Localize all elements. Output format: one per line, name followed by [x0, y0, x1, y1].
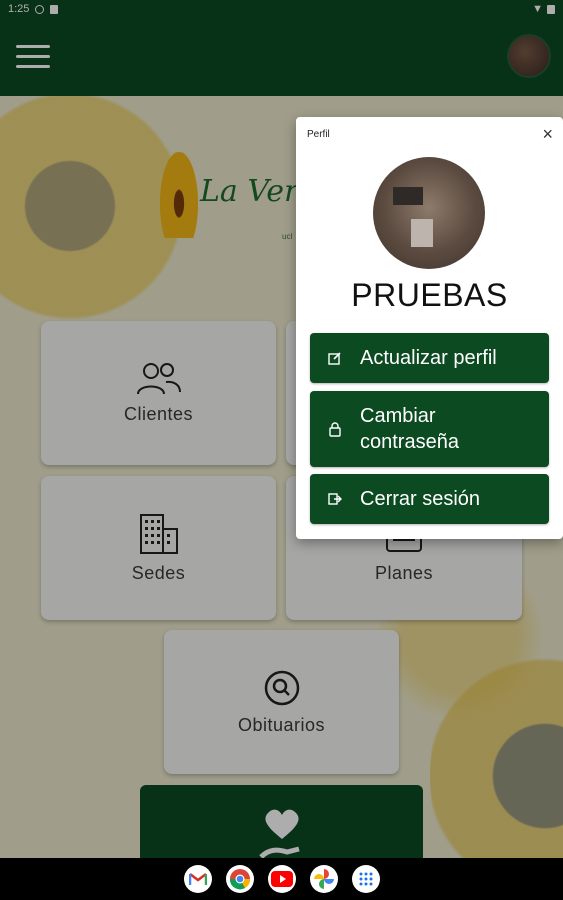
profile-photo: [373, 157, 485, 269]
app-drawer-icon[interactable]: [351, 865, 380, 893]
photos-icon[interactable]: [309, 865, 338, 893]
chrome-icon[interactable]: [225, 865, 254, 893]
profile-username: PRUEBAS: [351, 277, 508, 313]
profile-popup: Perfil × PRUEBAS Actualizar perfil Cambi…: [296, 117, 563, 539]
popup-title: Perfil: [307, 129, 330, 140]
change-password-button[interactable]: Cambiar contraseña: [310, 391, 549, 467]
dock-bar: [0, 858, 563, 900]
logout-icon: [310, 492, 360, 506]
youtube-icon[interactable]: [267, 865, 296, 893]
lock-icon: [310, 421, 360, 437]
button-label: Actualizar perfil: [360, 347, 497, 369]
close-icon[interactable]: ×: [542, 125, 553, 143]
button-label: Cambiar contraseña: [360, 405, 459, 453]
update-profile-button[interactable]: Actualizar perfil: [310, 333, 549, 383]
gmail-icon[interactable]: [183, 865, 212, 893]
edit-icon: [310, 351, 360, 365]
button-label: Cerrar sesión: [360, 488, 481, 510]
logout-button[interactable]: Cerrar sesión: [310, 474, 549, 524]
